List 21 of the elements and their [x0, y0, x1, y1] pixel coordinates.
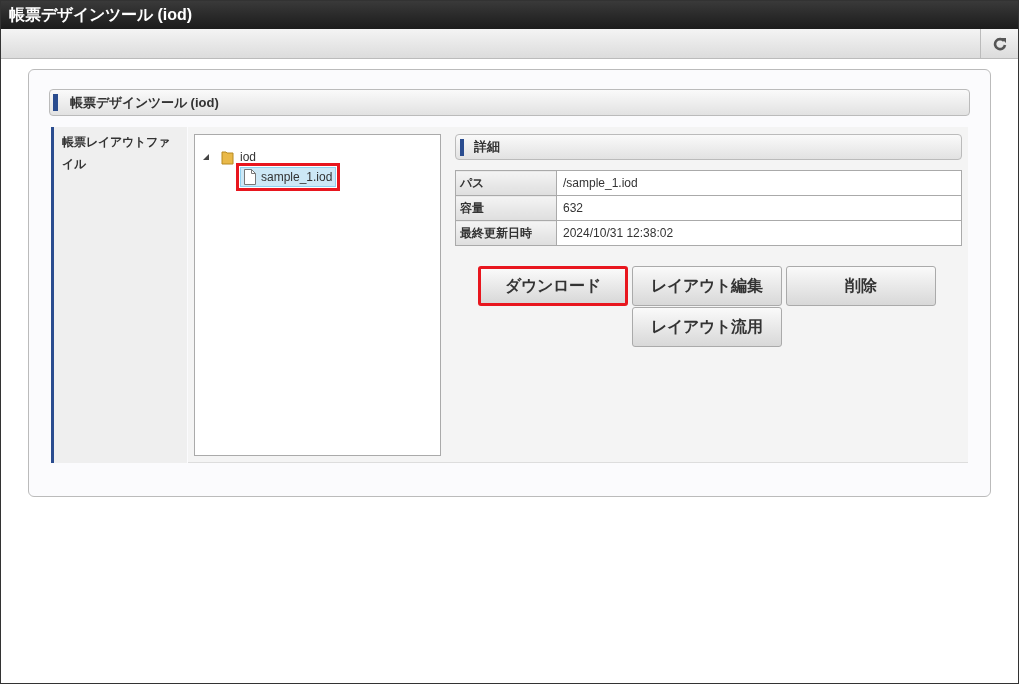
field-label: 最終更新日時	[455, 220, 557, 246]
expanded-toggle-icon[interactable]	[203, 154, 209, 160]
action-button[interactable]: ダウンロード	[477, 266, 628, 306]
file-icon	[244, 169, 256, 185]
action-button[interactable]: レイアウト流用	[631, 307, 782, 347]
window-title: 帳票デザインツール (iod)	[9, 5, 193, 25]
folder-icon	[221, 149, 235, 165]
field-label: 容量	[455, 195, 557, 221]
action-button[interactable]: 削除	[785, 266, 936, 306]
accent-bar	[460, 138, 464, 156]
field-value: /sample_1.iod	[556, 170, 962, 196]
tree-item[interactable]: iod	[217, 147, 260, 167]
details-title: 詳細	[474, 138, 500, 157]
field-value: 632	[556, 195, 962, 221]
accent-bar	[53, 94, 58, 111]
section-title: 帳票デザインツール (iod)	[70, 93, 219, 112]
field-label: パス	[455, 170, 557, 196]
action-button[interactable]: レイアウト編集	[631, 266, 782, 306]
field-value: 2024/10/31 12:38:02	[556, 220, 962, 246]
form-label: 帳票レイアウトファイル	[62, 134, 171, 173]
refresh-icon	[992, 36, 1007, 51]
